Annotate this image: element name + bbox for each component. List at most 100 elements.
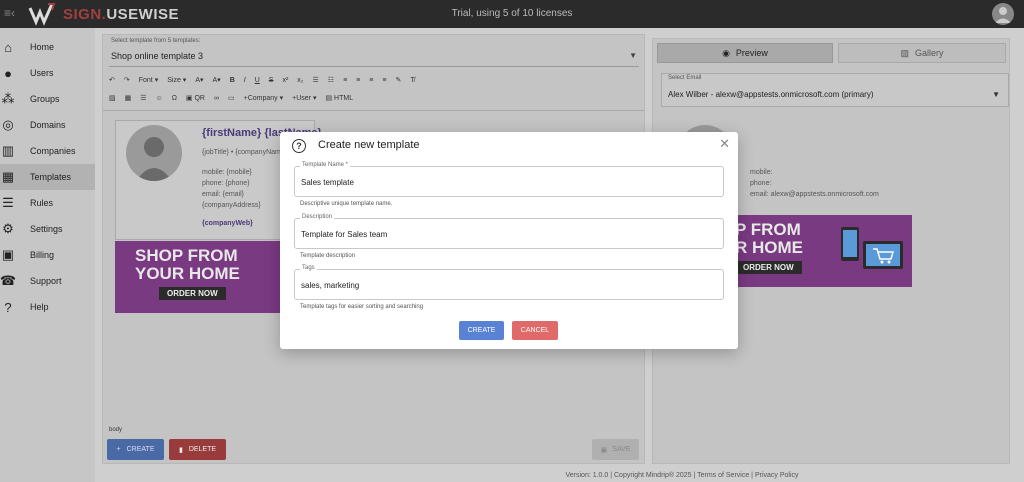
trial-status: Trial, using 5 of 10 licenses [451,8,573,19]
strike-icon[interactable]: S [269,77,274,84]
clear-format-icon[interactable]: T̸ [410,77,414,84]
code-icon[interactable]: ▭ [228,94,235,102]
superscript-icon[interactable]: x² [282,77,288,84]
sidebar: ⌂ Home ● Users ⁂ Groups ◎ Domains ▥ Comp… [0,28,95,482]
save-template-label: SAVE [612,446,631,453]
signature-address: {companyAddress} [202,202,261,209]
tags-value: sales, marketing [301,281,360,290]
groups-icon: ⁂ [1,91,15,106]
banner-cta: ORDER NOW [159,287,226,300]
table-icon[interactable]: ▦ [125,94,132,102]
tab-gallery[interactable]: ▨ Gallery [838,43,1006,63]
emoji-icon[interactable]: ☺ [156,95,163,102]
top-bar: ≡‹ SIGN.USEWISE Trial, using 5 of 10 lic… [0,0,1024,28]
sidebar-item-support[interactable]: ☎ Support [0,268,95,294]
toolbar-row-2: ▨ ▦ ☰ ☺ Ω ▣ QR ∞ ▭ +Company ▾ +User ▾ ▤ … [109,91,362,105]
sidebar-item-domains[interactable]: ◎ Domains [0,112,95,138]
company-select[interactable]: +Company ▾ [244,94,284,102]
image-icon[interactable]: ▨ [109,94,116,102]
italic-icon[interactable]: I [244,77,246,84]
create-template-button[interactable]: + CREATE [107,439,164,460]
link-icon[interactable]: ∞ [214,95,219,102]
support-icon: ☎ [0,273,17,288]
html-label: HTML [334,95,354,102]
toolbar-row-1: ↶ ↷ Font ▾ Size ▾ A▾ A▾ B I U S x² x₂ ☰ … [109,73,424,87]
align-center-icon[interactable]: ≡ [356,77,360,84]
trash-icon: ▮ [178,446,183,454]
sidebar-item-companies[interactable]: ▥ Companies [0,138,95,164]
subscript-icon[interactable]: x₂ [297,77,303,84]
rules-icon: ☰ [2,195,14,210]
email-select-label: Select Email [668,75,702,81]
sidebar-item-templates[interactable]: ▦ Templates [0,164,95,190]
preview-phone: phone: [750,180,772,187]
sidebar-item-help[interactable]: ? Help [0,294,95,320]
home-icon: ⌂ [4,39,12,55]
bold-icon[interactable]: B [230,77,235,84]
tags-help: Template tags for easier sorting and sea… [300,304,424,310]
description-field[interactable]: Description Template for Sales team [294,214,724,249]
create-button[interactable]: CREATE [459,321,504,340]
sidebar-item-rules[interactable]: ☰ Rules [0,190,95,216]
underline-icon[interactable]: U [255,77,260,84]
omega-icon[interactable]: Ω [172,95,177,102]
tab-preview[interactable]: ◉ Preview [657,43,833,63]
redo-icon[interactable]: ↷ [124,76,130,84]
question-icon: ? [292,139,306,153]
sidebar-item-label: Domains [30,120,66,130]
delete-template-label: DELETE [188,446,217,453]
preview-mobile: mobile: [750,169,773,176]
sidebar-item-billing[interactable]: ▣ Billing [0,242,95,268]
numbered-list-icon[interactable]: ☷ [328,76,334,84]
cancel-button[interactable]: CANCEL [512,321,558,340]
user-select[interactable]: +User ▾ [292,94,316,102]
hr-icon[interactable]: ☰ [140,94,146,102]
email-select[interactable]: Select Email Alex Wilber - alexw@appstes… [661,73,1009,107]
sidebar-item-label: Users [30,68,54,78]
dropdown-caret-icon: ▼ [629,51,637,60]
sidebar-item-groups[interactable]: ⁂ Groups [0,86,95,112]
bg-color-icon[interactable]: A▾ [213,76,221,84]
sidebar-item-settings[interactable]: ⚙ Settings [0,216,95,242]
template-name-field[interactable]: Template Name * Sales template [294,162,724,197]
undo-icon[interactable]: ↶ [109,76,115,84]
preview-banner-line-2: R HOME [735,238,803,257]
delete-template-button[interactable]: ▮ DELETE [169,439,226,460]
wallet-icon: ▣ [1,247,15,262]
preview-banner-line-1: P FROM [735,220,801,239]
font-select[interactable]: Font ▾ [139,76,158,84]
account-avatar[interactable] [992,3,1014,25]
template-name-value: Sales template [301,178,354,187]
align-right-icon[interactable]: ≡ [369,77,373,84]
preview-banner: P FROM R HOME ORDER NOW [715,215,912,287]
size-select[interactable]: Size ▾ [167,76,186,84]
sidebar-item-home[interactable]: ⌂ Home [0,34,95,60]
preview-email: email: alexw@appstests.onmicrosoft.com [750,191,879,198]
create-template-label: CREATE [126,446,155,453]
profile-photo [126,125,182,181]
tab-gallery-label: Gallery [915,48,944,58]
align-left-icon[interactable]: ≡ [343,77,347,84]
justify-icon[interactable]: ≡ [382,77,386,84]
gear-icon: ⚙ [2,221,14,236]
bullet-list-icon[interactable]: ☰ [313,76,319,84]
banner-line-2: YOUR HOME [135,264,240,283]
html-button[interactable]: ▤ HTML [325,94,353,102]
sidebar-item-label: Billing [30,250,55,260]
close-icon[interactable]: ✕ [719,136,730,152]
help-icon: ? [4,299,12,315]
format-painter-icon[interactable]: ✎ [395,76,401,84]
description-label: Description [300,214,335,220]
font-color-icon[interactable]: A▾ [195,76,203,84]
tags-field[interactable]: Tags sales, marketing [294,265,724,300]
sidebar-item-users[interactable]: ● Users [0,60,95,86]
save-template-button[interactable]: ▣ SAVE [592,439,639,460]
template-name-label: Template Name * [300,162,351,168]
sidebar-item-label: Help [30,302,49,312]
template-select[interactable]: Select template from 5 templates: Shop o… [109,37,639,67]
qr-button[interactable]: ▣ QR [186,94,205,102]
gallery-icon: ▨ [900,47,909,58]
font-select-label: Font [138,77,153,84]
signature-job: {jobTitle} • {companyName} [202,149,288,156]
sidebar-item-label: Home [30,42,55,52]
